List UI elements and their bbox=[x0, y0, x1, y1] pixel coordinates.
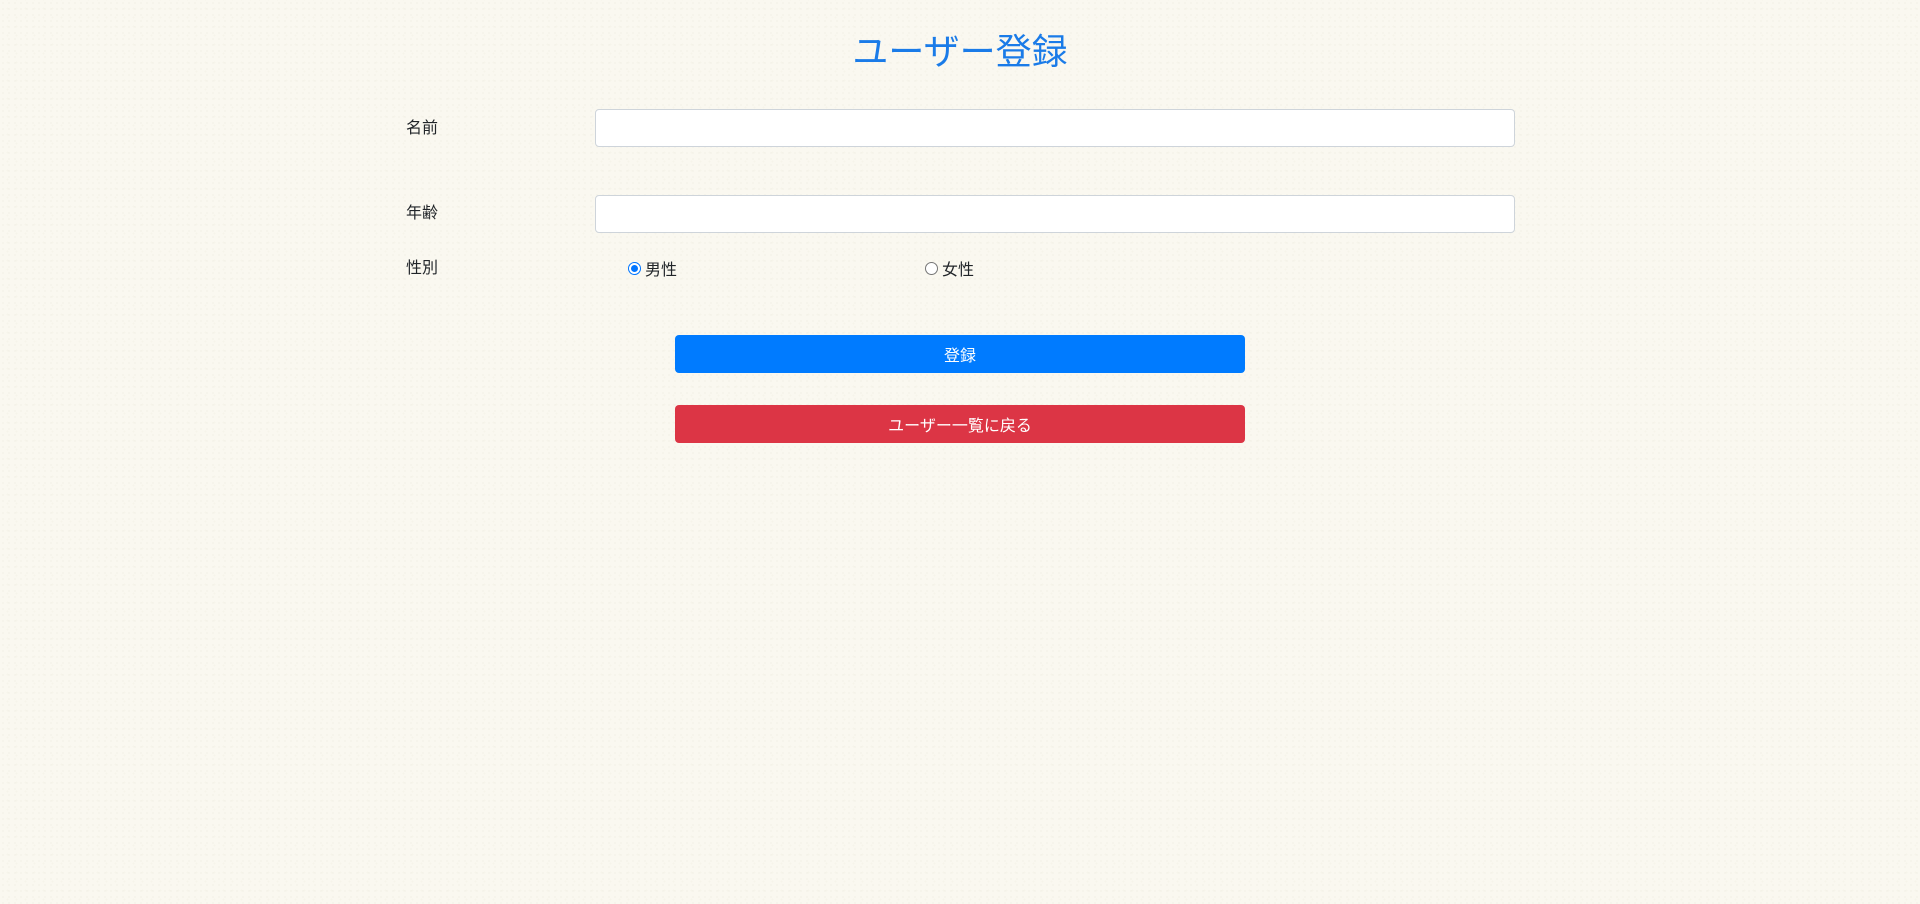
radio-male-button[interactable] bbox=[628, 261, 641, 275]
radio-female-button[interactable] bbox=[925, 261, 938, 275]
name-input[interactable] bbox=[595, 109, 1515, 147]
age-label: 年齢 bbox=[406, 203, 439, 222]
age-input[interactable] bbox=[595, 195, 1515, 233]
back-to-user-list-button[interactable]: ユーザー一覧に戻る bbox=[675, 405, 1245, 443]
radio-male-label: 男性 bbox=[645, 260, 678, 279]
gender-radio-male[interactable]: 男性 bbox=[628, 256, 677, 280]
gender-radio-female[interactable]: 女性 bbox=[925, 256, 974, 280]
name-label: 名前 bbox=[406, 118, 439, 137]
gender-label: 性別 bbox=[406, 258, 439, 277]
register-button[interactable]: 登録 bbox=[675, 335, 1245, 373]
page-title: ユーザー登録 bbox=[852, 32, 1068, 73]
radio-female-label: 女性 bbox=[942, 260, 975, 279]
